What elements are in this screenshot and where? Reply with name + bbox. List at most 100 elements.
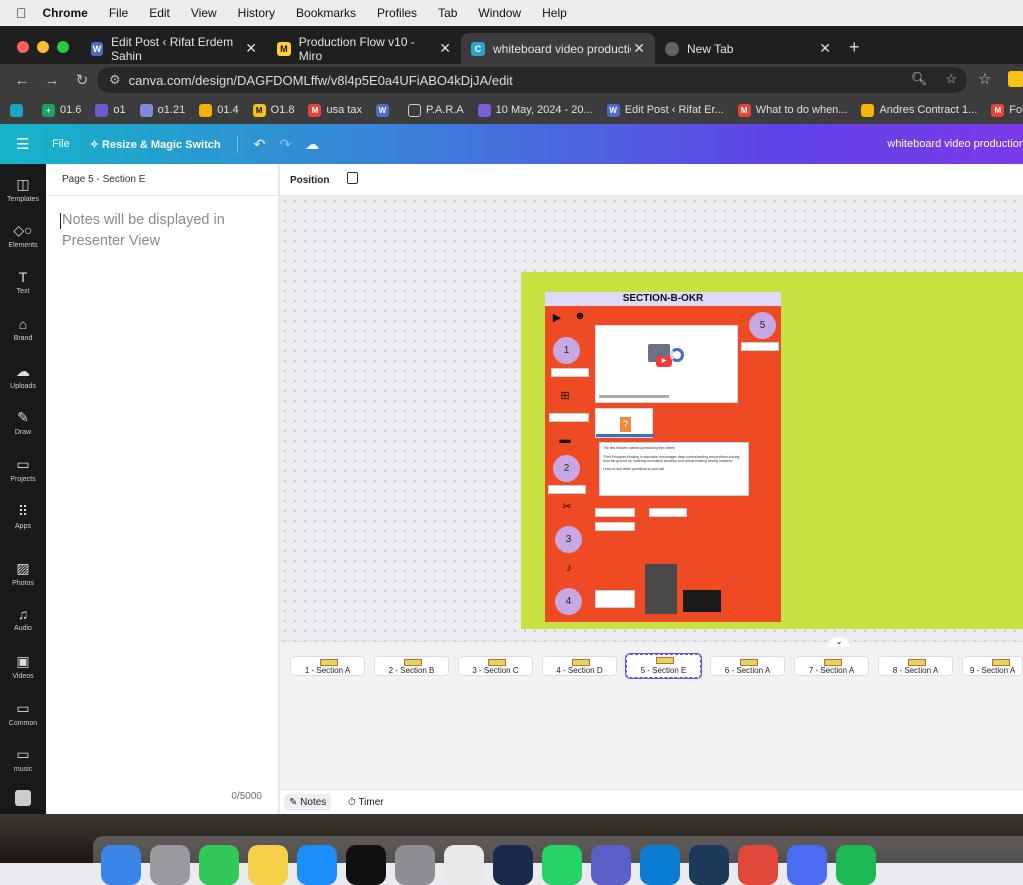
menu-view[interactable]: View — [191, 6, 217, 20]
menu-icon[interactable]: ☰ — [16, 135, 40, 153]
app-icon[interactable] — [689, 845, 729, 885]
zoom-window-button[interactable] — [57, 41, 69, 53]
menu-tab[interactable]: Tab — [438, 6, 457, 20]
reload-icon[interactable]: ↻ — [74, 71, 90, 89]
page-thumb-4[interactable]: 4 - Section D — [542, 656, 617, 676]
menu-help[interactable]: Help — [542, 6, 567, 20]
app-store-icon[interactable] — [297, 845, 337, 885]
star-icon[interactable]: ☆ — [978, 70, 991, 88]
rail-music[interactable]: ▭ music — [0, 746, 46, 773]
menu-file[interactable]: File — [109, 6, 128, 20]
menu-profiles[interactable]: Profiles — [377, 6, 417, 20]
document-title[interactable]: whiteboard video production — [887, 138, 1023, 150]
forward-arrow-icon[interactable]: → — [44, 72, 60, 89]
tab-edit-post[interactable]: W Edit Post ‹ Rifat Erdem Sahin ✕ — [81, 33, 267, 64]
bookmark-item[interactable]: +01.6 — [42, 103, 81, 117]
cloud-save-icon[interactable]: ☁ — [305, 136, 319, 153]
tab-new-tab[interactable]: New Tab ✕ — [655, 33, 841, 64]
bookmark-item[interactable]: W — [375, 103, 394, 117]
page-thumb-1[interactable]: 1 - Section A — [290, 656, 365, 676]
page-thumb-8[interactable]: 8 - Section A — [878, 656, 953, 676]
github-desktop-icon[interactable] — [493, 845, 533, 885]
bookmark-item[interactable]: P.A.R.A — [407, 103, 464, 117]
screenshot-thumbnail[interactable] — [683, 590, 721, 612]
whatsapp-icon[interactable] — [542, 845, 582, 885]
rail-audio[interactable]: ♫ Audio — [0, 606, 46, 632]
app-icon[interactable] — [738, 845, 778, 885]
bookmark-item[interactable]: M Follow Up From C — [991, 103, 1023, 117]
bookmark-item[interactable]: 01.4 — [199, 103, 239, 117]
back-arrow-icon[interactable]: ← — [14, 72, 30, 89]
bookmark-item[interactable]: Andres Contract 1... — [861, 103, 977, 117]
close-window-button[interactable] — [17, 41, 29, 53]
messages-icon[interactable] — [199, 845, 239, 885]
rail-apps[interactable]: ⠿ Apps — [0, 503, 46, 530]
page-thumb-3[interactable]: 3 - Section C — [458, 656, 533, 676]
rail-elements[interactable]: ◇○ Elements — [0, 222, 46, 249]
bookmark-item[interactable]: W Edit Post ‹ Rifat Er... — [606, 103, 724, 117]
close-tab-icon[interactable]: ✕ — [439, 40, 451, 57]
redo-icon[interactable]: ↷ — [279, 136, 291, 153]
question-card[interactable]: ? — [595, 408, 654, 438]
rail-projects[interactable]: ▭ Projects — [0, 456, 46, 483]
rail-text[interactable]: T Text — [0, 269, 46, 295]
rail-photos[interactable]: ▨ Photos — [0, 560, 46, 587]
page-thumb-7[interactable]: 7 - Section A — [794, 656, 869, 676]
zoom-icon[interactable]: 🔍︎ — [911, 71, 928, 87]
menu-history[interactable]: History — [238, 6, 275, 20]
bookmark-item[interactable]: M O1.8 — [252, 103, 294, 117]
site-settings-icon[interactable]: ⚙ — [109, 72, 121, 88]
lock-icon[interactable] — [347, 172, 358, 184]
bookmark-item[interactable] — [10, 103, 28, 117]
bookmark-item[interactable]: o1.21 — [139, 103, 185, 117]
bookmark-item[interactable]: o1 — [95, 103, 126, 117]
position-button[interactable]: Position — [290, 175, 329, 186]
rail-common[interactable]: ▭ Common — [0, 700, 46, 727]
rail-thumbnail[interactable] — [0, 790, 46, 806]
launchpad-icon[interactable] — [150, 845, 190, 885]
page-thumb-2[interactable]: 2 - Section B — [374, 656, 449, 676]
rail-templates[interactable]: ◫ Templates — [0, 176, 46, 203]
bookmark-star-icon[interactable]: ☆ — [945, 71, 957, 87]
apple-icon[interactable]:  — [16, 5, 27, 21]
bookmark-item[interactable]: M What to do when... — [737, 103, 847, 117]
terminal-icon[interactable] — [346, 845, 386, 885]
timer-button[interactable]: ⏱ Timer — [344, 794, 388, 811]
page-thumb-9[interactable]: 9 - Section A — [962, 656, 1023, 676]
finder-icon[interactable] — [101, 845, 141, 885]
chrome-dock-icon[interactable] — [444, 845, 484, 885]
menu-edit[interactable]: Edit — [149, 6, 170, 20]
notes-button[interactable]: ✎ Notes — [284, 794, 332, 811]
tab-miro[interactable]: M Production Flow v10 - Miro ✕ — [267, 33, 461, 64]
tab-whiteboard-video[interactable]: C whiteboard video production ✕ — [461, 33, 655, 64]
okr-board[interactable]: SECTION-B-OKR ▶ ☻ 1 ▶ 5 ⊞ ? ▬ 2 The firt… — [545, 292, 781, 622]
file-menu-button[interactable]: File — [52, 138, 70, 150]
menu-app-name[interactable]: Chrome — [43, 6, 88, 20]
rail-uploads[interactable]: ☁ Uploads — [0, 363, 46, 390]
teams-icon[interactable] — [591, 845, 631, 885]
menu-bookmarks[interactable]: Bookmarks — [296, 6, 356, 20]
rail-videos[interactable]: ▣ Videos — [0, 653, 46, 680]
app-icon[interactable] — [787, 845, 827, 885]
close-tab-icon[interactable]: ✕ — [819, 40, 831, 57]
spotify-icon[interactable] — [836, 845, 876, 885]
vscode-icon[interactable] — [640, 845, 680, 885]
close-tab-icon[interactable]: ✕ — [633, 40, 645, 57]
notes-input[interactable]: Notes will be displayed in Presenter Vie… — [60, 210, 262, 252]
address-bar[interactable]: ⚙ canva.com/design/DAGFDOMLffw/v8l4p5E0a… — [97, 67, 967, 93]
new-tab-button[interactable]: + — [849, 37, 860, 58]
design-page[interactable]: SECTION-B-OKR ▶ ☻ 1 ▶ 5 ⊞ ? ▬ 2 The firt… — [521, 272, 1023, 629]
menu-window[interactable]: Window — [478, 6, 521, 20]
resize-magic-switch-button[interactable]: ✧ Resize & Magic Switch — [90, 138, 221, 151]
youtube-video-card[interactable]: ▶ — [595, 325, 738, 403]
notes-app-icon[interactable] — [248, 845, 288, 885]
miro-extension-icon[interactable] — [1008, 71, 1023, 87]
undo-icon[interactable]: ↶ — [254, 136, 266, 153]
system-settings-icon[interactable] — [395, 845, 435, 885]
bookmark-item[interactable]: Musa tax — [308, 103, 362, 117]
page-thumb-5-selected[interactable]: 5 - Section E — [625, 653, 702, 679]
first-principles-quote[interactable]: The firts thinkers started questioning t… — [599, 442, 749, 496]
close-tab-icon[interactable]: ✕ — [245, 40, 257, 57]
minimize-window-button[interactable] — [37, 41, 49, 53]
bookmark-item[interactable]: 10 May, 2024 - 20... — [477, 103, 593, 117]
